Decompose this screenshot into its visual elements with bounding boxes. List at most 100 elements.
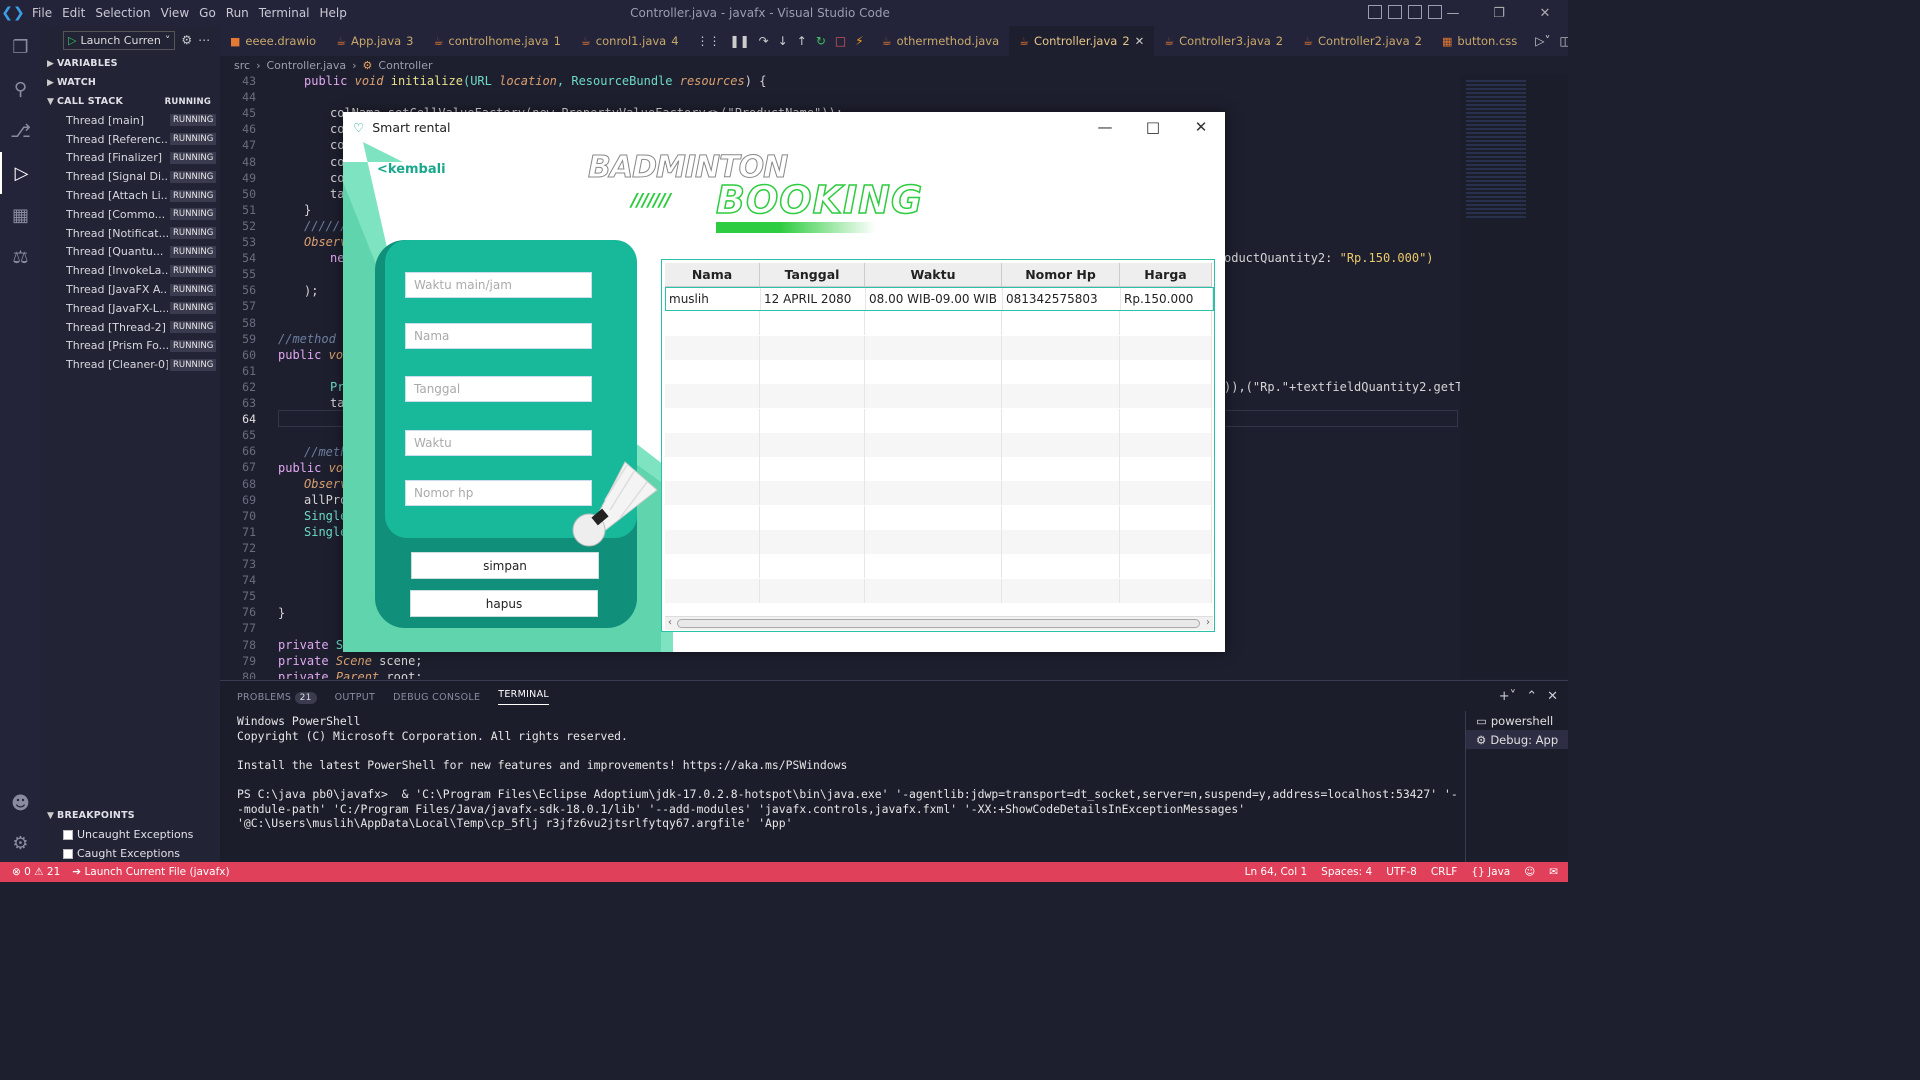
tab-problems[interactable]: PROBLEMS 21 <box>237 691 317 704</box>
accounts-icon[interactable]: ☻ <box>0 782 41 824</box>
run-icon[interactable]: ▷˅ <box>1535 34 1550 48</box>
eol[interactable]: CRLF <box>1431 866 1458 878</box>
checkbox[interactable] <box>63 848 73 859</box>
menu-item[interactable]: View <box>161 6 189 20</box>
call-stack-thread[interactable]: Thread [main] RUNNING <box>41 111 220 130</box>
step-into-icon[interactable]: ↓ <box>778 34 788 48</box>
date-input[interactable]: Tanggal <box>405 376 592 402</box>
new-terminal-icon[interactable]: +˅ <box>1499 689 1516 704</box>
breakpoint-uncaught[interactable]: Uncaught Exceptions <box>41 825 220 844</box>
language-mode[interactable]: {} Java <box>1471 866 1510 878</box>
back-link[interactable]: <kembali <box>377 162 446 177</box>
tab-controller3-java[interactable]: ☕ Controller3.java 2 <box>1154 26 1293 56</box>
scroll-left-icon[interactable]: ‹ <box>668 617 672 628</box>
tab-conrol1-java[interactable]: ☕ conrol1.java 4 <box>571 26 689 56</box>
explorer-icon[interactable]: ❐ <box>0 26 41 68</box>
terminal-output[interactable]: Windows PowerShell Copyright (C) Microsof… <box>237 714 1462 831</box>
tab-button-css[interactable]: ▦ button.css <box>1432 26 1527 56</box>
table-row[interactable] <box>665 554 1212 579</box>
table-row[interactable] <box>665 505 1212 530</box>
step-out-icon[interactable]: ↑ <box>797 34 807 48</box>
call-stack-thread[interactable]: Thread [JavaFX A... RUNNING <box>41 280 220 299</box>
call-stack-thread[interactable]: Thread [Thread-2] RUNNING <box>41 318 220 337</box>
breadcrumb-file[interactable]: Controller.java <box>266 59 346 72</box>
stop-icon[interactable]: □ <box>835 34 846 48</box>
delete-button[interactable]: hapus <box>410 590 598 617</box>
tab-terminal[interactable]: TERMINAL <box>498 689 549 705</box>
call-stack-thread[interactable]: Thread [JavaFX-L... RUNNING <box>41 299 220 318</box>
restart-icon[interactable]: ↻ <box>816 34 826 48</box>
source-control-icon[interactable]: ⎇ <box>0 110 41 152</box>
terminal-item-powershell[interactable]: ▭ powershell <box>1466 711 1568 730</box>
menu-item[interactable]: File <box>32 6 52 20</box>
table-row[interactable] <box>665 311 1212 336</box>
close-icon[interactable]: ✕ <box>1522 0 1568 26</box>
menu-item[interactable]: Go <box>199 6 216 20</box>
table-row[interactable] <box>665 408 1212 433</box>
drag-handle-icon[interactable]: ⋮⋮ <box>697 34 721 48</box>
col-waktu[interactable]: Waktu <box>865 263 1002 287</box>
menu-item[interactable]: Edit <box>62 6 85 20</box>
col-tanggal[interactable]: Tanggal <box>760 263 865 287</box>
call-stack-section[interactable]: ▼ CALL STACK RUNNING <box>41 92 220 111</box>
menu-item[interactable]: Run <box>226 6 249 20</box>
extensions-icon[interactable]: ▦ <box>0 194 41 236</box>
table-row[interactable] <box>665 359 1212 384</box>
col-nomor-hp[interactable]: Nomor Hp <box>1002 263 1120 287</box>
table-row[interactable] <box>665 530 1212 554</box>
table-row[interactable] <box>665 578 1212 603</box>
call-stack-thread[interactable]: Thread [Referenc... RUNNING <box>41 130 220 149</box>
tab-controller2-java[interactable]: ☕ Controller2.java 2 <box>1293 26 1432 56</box>
menu-item[interactable]: Selection <box>95 6 150 20</box>
table-row[interactable]: muslih 12 APRIL 2080 08.00 WIB-09.00 WIB 08… <box>665 287 1214 311</box>
menu-item[interactable]: Terminal <box>259 6 310 20</box>
indentation[interactable]: Spaces: 4 <box>1321 866 1372 878</box>
save-button[interactable]: simpan <box>411 552 599 579</box>
call-stack-thread[interactable]: Thread [Commo... RUNNING <box>41 205 220 224</box>
table-row[interactable] <box>665 481 1212 506</box>
table-row[interactable] <box>665 457 1212 482</box>
table-row[interactable] <box>665 384 1212 409</box>
col-nama[interactable]: Nama <box>665 263 760 287</box>
table-row[interactable] <box>665 335 1212 360</box>
tab-app-java[interactable]: ☕ App.java 3 <box>326 26 423 56</box>
close-panel-icon[interactable]: ✕ <box>1547 689 1558 704</box>
scrollbar-thumb[interactable] <box>677 619 1200 628</box>
breadcrumb-src[interactable]: src <box>234 59 250 72</box>
playtime-input[interactable]: Waktu main/jam <box>405 272 592 298</box>
call-stack-thread[interactable]: Thread [Cleaner-0] RUNNING <box>41 355 220 374</box>
toggle-secondary-sidebar-icon[interactable] <box>1408 5 1422 19</box>
minimize-icon[interactable]: — <box>1430 0 1476 26</box>
time-input[interactable]: Waktu <box>405 430 592 456</box>
horizontal-scrollbar[interactable]: ‹ › <box>665 616 1213 630</box>
app-minimize-icon[interactable]: — <box>1081 112 1129 142</box>
booking-table[interactable]: Nama Tanggal Waktu Nomor Hp Harga muslih… <box>661 259 1215 632</box>
more-icon[interactable]: ⋯ <box>198 33 210 47</box>
notifications-icon[interactable]: ✉ <box>1549 866 1558 878</box>
breadcrumb-class[interactable]: Controller <box>378 59 432 72</box>
call-stack-thread[interactable]: Thread [Attach Li... RUNNING <box>41 186 220 205</box>
pause-icon[interactable]: ❚❚ <box>730 34 750 48</box>
cursor-position[interactable]: Ln 64, Col 1 <box>1245 866 1308 878</box>
table-row[interactable] <box>665 432 1212 457</box>
menu-item[interactable]: Help <box>320 6 347 20</box>
tab-eeee-drawio[interactable]: ■ eeee.drawio <box>220 26 326 56</box>
encoding[interactable]: UTF-8 <box>1386 866 1417 878</box>
tab-controlhome-java[interactable]: ☕ controlhome.java 1 <box>424 26 571 56</box>
restore-icon[interactable]: ❐ <box>1476 0 1522 26</box>
call-stack-thread[interactable]: Thread [Signal Di... RUNNING <box>41 167 220 186</box>
app-close-icon[interactable]: ✕ <box>1177 112 1225 142</box>
breakpoint-caught[interactable]: Caught Exceptions <box>41 844 220 863</box>
search-icon[interactable]: ⚲ <box>0 68 41 110</box>
variables-section[interactable]: ▶ VARIABLES <box>41 54 220 73</box>
tab-controller-java[interactable]: ☕ Controller.java 2 ✕ <box>1009 26 1155 56</box>
phone-input[interactable]: Nomor hp <box>405 480 592 506</box>
terminal-item-debug[interactable]: ⚙ Debug: App <box>1466 730 1568 749</box>
call-stack-thread[interactable]: Thread [Quantu... RUNNING <box>41 243 220 262</box>
breakpoints-section[interactable]: ▼ BREAKPOINTS <box>41 806 220 825</box>
testing-icon[interactable]: ⚖ <box>0 236 41 278</box>
call-stack-thread[interactable]: Thread [Prism Fo... RUNNING <box>41 337 220 356</box>
launch-status[interactable]: ➔ Launch Current File (javafx) <box>72 866 229 878</box>
call-stack-thread[interactable]: Thread [InvokeLa... RUNNING <box>41 261 220 280</box>
split-editor-icon[interactable]: ◫ <box>1560 34 1568 48</box>
